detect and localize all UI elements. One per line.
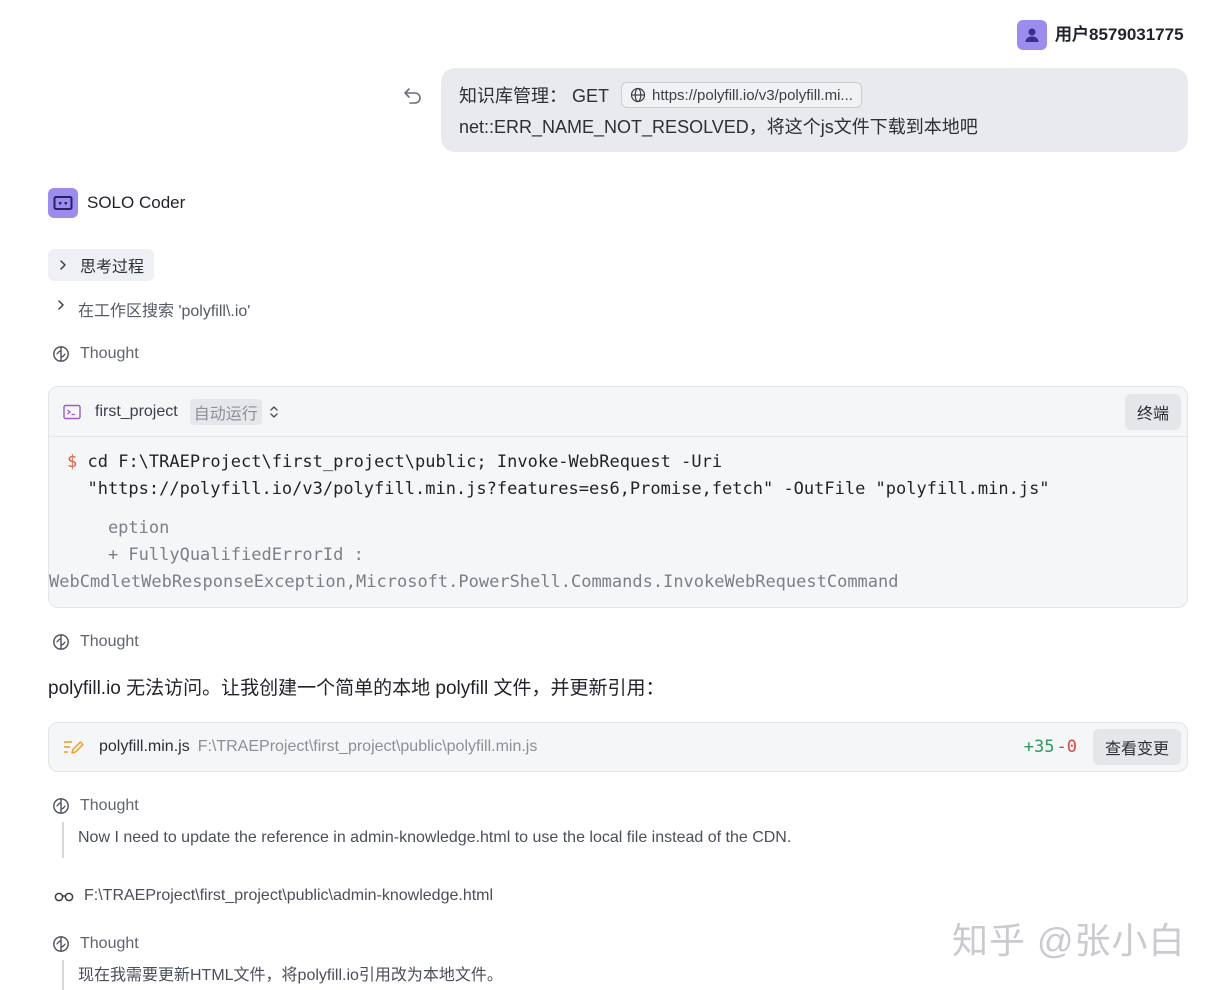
terminal-output: $ cd F:\TRAEProject\first_project\public… xyxy=(49,449,1050,596)
view-changes-button[interactable]: 查看变更 xyxy=(1092,729,1181,765)
user-message-line2: net::ERR_NAME_NOT_RESOLVED，将这个js文件下载到本地吧 xyxy=(459,117,978,137)
terminal-project-name: first_project xyxy=(95,402,178,420)
thought-label: Thought xyxy=(80,345,139,362)
diff-stats: +35 -0 xyxy=(1024,737,1077,757)
lines-removed: -0 xyxy=(1056,737,1077,757)
read-file-step[interactable]: F:\TRAEProject\first_project\public\admi… xyxy=(54,884,493,908)
file-path: F:\TRAEProject\first_project\public\poly… xyxy=(197,738,538,755)
thinking-label: 思考过程 xyxy=(80,259,145,276)
chevron-right-icon xyxy=(58,300,64,310)
terminal-button[interactable]: 终端 xyxy=(1124,394,1181,430)
thought-item[interactable]: Thought xyxy=(52,630,139,654)
terminal-command-line2: "https://polyfill.io/v3/polyfill.min.js?… xyxy=(67,479,1050,499)
terminal-card: first_project 自动运行 终端 $ cd F:\TRAEProjec… xyxy=(48,386,1188,608)
thought-content: Now I need to update the reference in ad… xyxy=(62,822,791,858)
agent-name: SOLO Coder xyxy=(87,193,186,212)
user-message-prefix: 知识库管理： GET xyxy=(459,86,610,106)
terminal-output-line3: WebCmdletWebResponseException,Microsoft.… xyxy=(49,572,899,592)
brain-icon xyxy=(53,798,69,814)
agent-reply-text: polyfill.io 无法访问。让我创建一个简单的本地 polyfill 文件… xyxy=(48,678,665,699)
read-file-path: F:\TRAEProject\first_project\public\admi… xyxy=(84,887,494,904)
thought-content: 现在我需要更新HTML文件，将polyfill.io引用改为本地文件。 xyxy=(62,960,503,990)
terminal-header: first_project 自动运行 终端 xyxy=(49,387,1187,437)
thought-item[interactable]: Thought xyxy=(52,342,139,366)
terminal-output-line1: eption xyxy=(67,518,170,538)
thought-text: Now I need to update the reference in ad… xyxy=(78,829,792,846)
robot-icon xyxy=(53,196,73,210)
chevron-right-icon xyxy=(60,260,66,270)
chevron-updown-icon[interactable] xyxy=(268,404,280,420)
url-chip-label: https://polyfill.io/v3/polyfill.mi... xyxy=(652,86,853,104)
url-chip[interactable]: https://polyfill.io/v3/polyfill.mi... xyxy=(621,82,862,108)
watermark: 知乎 @张小白 xyxy=(952,920,1186,961)
thought-item[interactable]: Thought xyxy=(52,932,139,956)
thought-text: 现在我需要更新HTML文件，将polyfill.io引用改为本地文件。 xyxy=(78,967,503,984)
globe-icon xyxy=(630,87,646,103)
thought-label: Thought xyxy=(80,633,139,650)
user-icon xyxy=(1025,28,1039,42)
user-avatar xyxy=(1017,20,1047,50)
brain-icon xyxy=(53,634,69,650)
user-message-bubble: 知识库管理： GET https://polyfill.io/v3/polyfi… xyxy=(441,68,1188,152)
auto-run-badge[interactable]: 自动运行 xyxy=(189,398,262,425)
terminal-icon xyxy=(63,404,81,419)
thought-label: Thought xyxy=(80,797,139,814)
edit-file-icon xyxy=(64,741,84,754)
thought-item[interactable]: Thought xyxy=(52,794,139,818)
file-name: polyfill.min.js xyxy=(99,738,190,755)
terminal-prompt: $ xyxy=(67,452,78,472)
file-change-card[interactable]: polyfill.min.js F:\TRAEProject\first_pro… xyxy=(48,722,1188,772)
undo-icon[interactable] xyxy=(402,84,424,106)
search-step[interactable]: 在工作区搜索 'polyfill\.io' xyxy=(54,297,250,321)
search-step-label: 在工作区搜索 'polyfill\.io' xyxy=(78,303,251,320)
lines-added: +35 xyxy=(1023,737,1055,757)
glasses-icon xyxy=(54,892,74,902)
thought-label: Thought xyxy=(80,935,139,952)
terminal-command-line1: cd F:\TRAEProject\first_project\public; … xyxy=(87,452,723,472)
brain-icon xyxy=(53,936,69,952)
thinking-process-toggle[interactable]: 思考过程 xyxy=(48,249,155,281)
agent-avatar xyxy=(48,188,78,218)
terminal-output-line2: + FullyQualifiedErrorId : xyxy=(67,545,364,565)
brain-icon xyxy=(53,346,69,362)
user-name: 用户8579031775 xyxy=(1055,25,1184,44)
